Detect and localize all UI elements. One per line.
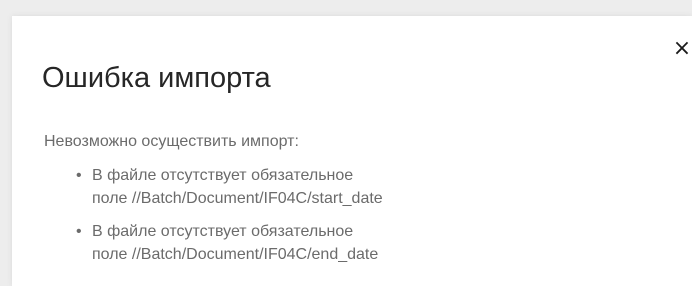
bullet-icon: •	[76, 167, 82, 184]
dialog-title: Ошибка импорта	[42, 62, 271, 94]
error-item: • В файле отсутствует обязательное поле …	[72, 220, 383, 266]
bullet-icon: •	[76, 223, 82, 240]
error-list: • В файле отсутствует обязательное поле …	[72, 164, 383, 276]
error-text-line: поле //Batch/Document/IF04C/end_date	[92, 246, 379, 263]
error-item: • В файле отсутствует обязательное поле …	[72, 164, 383, 210]
error-message: Невозможно осуществить импорт:	[44, 133, 299, 150]
import-error-dialog: × Ошибка импорта Невозможно осуществить …	[12, 16, 692, 286]
error-text-line: поле //Batch/Document/IF04C/start_date	[92, 190, 383, 207]
error-text-line: В файле отсутствует обязательное	[92, 167, 354, 184]
close-icon[interactable]: ×	[672, 38, 692, 60]
error-text-line: В файле отсутствует обязательное	[92, 223, 354, 240]
